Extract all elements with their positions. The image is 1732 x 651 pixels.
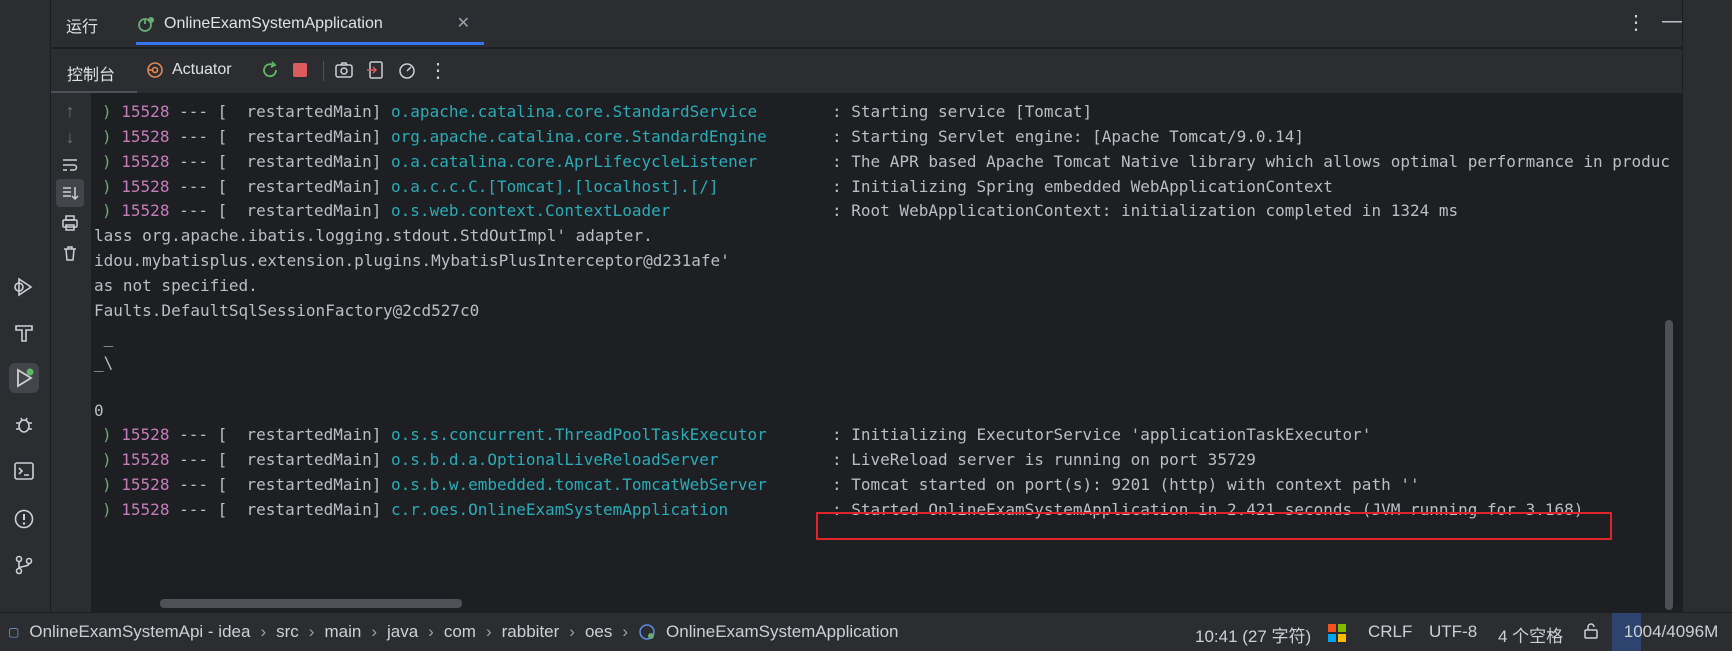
actuator-icon <box>147 62 163 78</box>
console-side-toolbar: ↑ ↓ <box>51 93 91 612</box>
horizontal-scrollbar[interactable] <box>160 599 462 608</box>
breadcrumb-java[interactable]: java <box>387 622 418 642</box>
log-message: : Starting Servlet engine: [Apache Tomca… <box>832 127 1305 146</box>
git-icon[interactable] <box>9 550 39 580</box>
close-icon[interactable]: ✕ <box>457 13 470 33</box>
plain-line: _ <box>94 328 114 347</box>
highlight-box <box>816 512 1612 540</box>
breadcrumb-rabbiter[interactable]: rabbiter <box>502 622 560 642</box>
caret-position[interactable]: 10:41 (27 字符) <box>1195 622 1311 647</box>
run-panel-title: 运行 <box>66 19 99 36</box>
more-options-icon[interactable]: ⋮ <box>1626 10 1646 35</box>
camera-icon[interactable] <box>333 59 355 81</box>
breadcrumb-class[interactable]: OnlineExamSystemApplication <box>666 622 898 642</box>
log-line: ) 15528 --- [ restartedMain] c.r.oes.Onl… <box>102 500 729 519</box>
lock-icon[interactable] <box>1582 622 1600 645</box>
status-bar: ▢ OnlineExamSystemApi - idea › src › mai… <box>0 612 1732 651</box>
line-separator[interactable]: CRLF <box>1368 622 1412 642</box>
trash-icon[interactable] <box>56 239 84 267</box>
log-line: ) 15528 --- [ restartedMain] org.apache.… <box>102 127 767 146</box>
plain-line: _\ <box>94 353 114 372</box>
log-line: ) 15528 --- [ restartedMain] o.s.web.con… <box>102 201 671 220</box>
minimize-icon[interactable]: — <box>1662 10 1682 35</box>
module-icon: ▢ <box>8 625 20 639</box>
log-line: ) 15528 --- [ restartedMain] o.s.s.concu… <box>102 425 767 444</box>
log-message: : Tomcat started on port(s): 9201 (http)… <box>832 475 1420 494</box>
print-icon[interactable] <box>56 209 84 237</box>
rerun-icon[interactable] <box>259 59 281 81</box>
run-toolbar: 控制台 Actuator ⋮ <box>51 48 1682 93</box>
memory-usage: 1004/4096M <box>1623 622 1719 641</box>
services-icon[interactable] <box>9 272 39 302</box>
chevron-right-icon: › <box>308 622 315 641</box>
plain-line: lass org.apache.ibatis.logging.stdout.St… <box>94 226 653 245</box>
problems-icon[interactable] <box>9 504 39 534</box>
debug-icon[interactable] <box>9 410 39 440</box>
log-message: : The APR based Apache Tomcat Native lib… <box>832 152 1671 171</box>
breadcrumb-main[interactable]: main <box>324 622 361 642</box>
breadcrumb-com[interactable]: com <box>444 622 476 642</box>
profiler-icon[interactable] <box>396 59 418 81</box>
chevron-right-icon: › <box>622 622 629 641</box>
tab-console[interactable]: 控制台 <box>67 61 115 85</box>
chevron-right-icon: › <box>371 622 377 641</box>
plain-line: idou.mybatisplus.extension.plugins.Mybat… <box>94 251 730 270</box>
build-icon[interactable] <box>9 318 39 348</box>
indent-setting[interactable]: 4 个空格 <box>1498 622 1563 647</box>
active-tab-indicator <box>136 42 484 45</box>
stop-icon[interactable] <box>289 59 311 81</box>
breadcrumb-oes[interactable]: oes <box>585 622 612 642</box>
tab-actuator[interactable]: Actuator <box>146 61 232 79</box>
spring-boot-icon <box>138 16 154 32</box>
breadcrumb: ▢ OnlineExamSystemApi - idea › src › mai… <box>8 622 899 642</box>
log-message: : Root WebApplicationContext: initializa… <box>832 201 1459 220</box>
log-message: : Starting service [Tomcat] <box>832 102 1093 121</box>
tab-application[interactable]: OnlineExamSystemApplication ✕ <box>136 0 484 47</box>
breadcrumb-project[interactable]: OnlineExamSystemApi - idea <box>29 622 250 642</box>
log-line: ) 15528 --- [ restartedMain] o.s.b.d.a.O… <box>102 450 719 469</box>
tab-application-label: OnlineExamSystemApplication <box>164 14 383 32</box>
exit-icon[interactable] <box>364 59 386 81</box>
breadcrumb-src[interactable]: src <box>276 622 299 642</box>
log-message: : LiveReload server is running on port 3… <box>832 450 1256 469</box>
terminal-icon[interactable] <box>9 456 39 486</box>
run-tab-bar: 运行 OnlineExamSystemApplication ✕ ⋮ — <box>51 0 1682 47</box>
log-message: : Initializing ExecutorService 'applicat… <box>832 425 1372 444</box>
soft-wrap-icon[interactable] <box>56 151 84 179</box>
spring-class-icon <box>639 624 655 640</box>
toolbar-separator <box>323 61 324 81</box>
chevron-right-icon: › <box>428 622 434 641</box>
up-arrow-icon[interactable]: ↑ <box>56 97 84 125</box>
plain-line: as not specified. <box>94 276 258 295</box>
plain-line: 0 <box>94 401 104 420</box>
chevron-right-icon: › <box>485 622 492 641</box>
left-tool-stripe <box>0 0 51 612</box>
file-encoding[interactable]: UTF-8 <box>1429 622 1477 642</box>
tab-actuator-label: Actuator <box>172 61 232 78</box>
log-line: ) 15528 --- [ restartedMain] o.a.c.c.C.[… <box>102 177 719 196</box>
vertical-scrollbar[interactable] <box>1665 320 1673 610</box>
log-line: ) 15528 --- [ restartedMain] o.s.b.w.emb… <box>102 475 767 494</box>
plain-line: Faults.DefaultSqlSessionFactory@2cd527c0 <box>94 301 480 320</box>
memory-indicator[interactable]: 1004/4096M <box>1612 613 1730 651</box>
log-line: ) 15528 --- [ restartedMain] o.apache.ca… <box>102 102 758 121</box>
log-message: : Initializing Spring embedded WebApplic… <box>832 177 1333 196</box>
more-actions-icon[interactable]: ⋮ <box>427 59 449 82</box>
right-tool-stripe <box>1682 0 1732 612</box>
chevron-right-icon: › <box>569 622 575 641</box>
run-icon[interactable] <box>9 363 39 393</box>
down-arrow-icon[interactable]: ↓ <box>56 123 84 151</box>
log-line: ) 15528 --- [ restartedMain] o.a.catalin… <box>102 152 758 171</box>
chevron-right-icon: › <box>260 622 267 641</box>
windows-icon[interactable] <box>1327 623 1347 648</box>
scroll-to-end-icon[interactable] <box>56 179 84 207</box>
